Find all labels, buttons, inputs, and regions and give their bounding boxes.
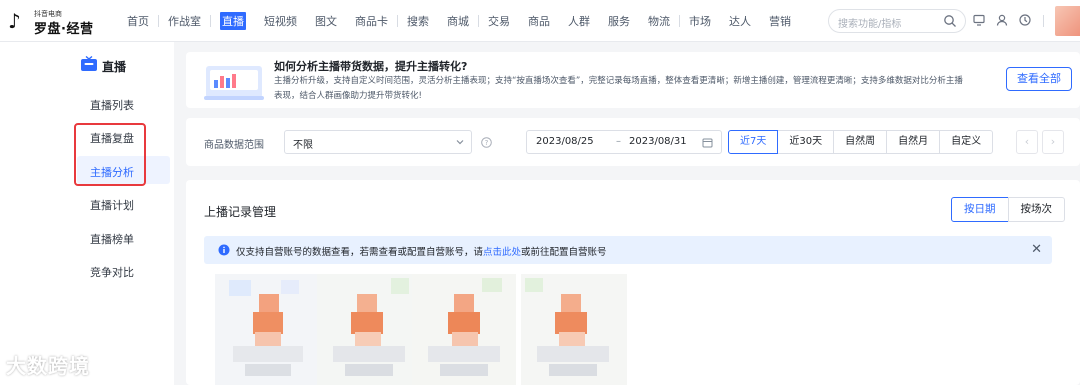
highlight-box xyxy=(74,123,146,186)
top-navbar: ♪ 抖音电商 罗盘·经营 首页 作战室 直播 短视频 图文 商品卡 搜索 商城 … xyxy=(0,0,1080,42)
records-card: 上播记录管理 按日期 按场次 仅支持自营账号的数据查看，若需查看或配置自营账号，… xyxy=(186,180,1080,385)
period-custom[interactable]: 自定义 xyxy=(939,130,994,154)
select-value: 不限 xyxy=(293,140,313,151)
sidebar-item-live-list[interactable]: 直播列表 xyxy=(90,97,134,113)
nav-item-product-card[interactable]: 商品卡 xyxy=(346,13,397,29)
sidebar-header: 直播 xyxy=(102,60,127,74)
blurred-thumbnail xyxy=(317,274,421,385)
view-toggle: 按日期 按场次 xyxy=(951,197,1065,222)
date-end: 2023/08/31 xyxy=(629,136,687,147)
avatar[interactable] xyxy=(1055,6,1080,36)
svg-text:?: ? xyxy=(485,139,489,147)
info-icon xyxy=(218,244,230,256)
banner-description: 主播分析升级，支持自定义时间范围，灵活分析主播表现；支持“按直播场次查看”，完整… xyxy=(274,76,963,101)
period-natural-month[interactable]: 自然月 xyxy=(886,130,941,154)
nav-item-article[interactable]: 图文 xyxy=(306,13,346,29)
nav-item-home[interactable]: 首页 xyxy=(118,13,158,29)
next-period-button[interactable]: › xyxy=(1042,130,1064,154)
sidebar-item-live-plan[interactable]: 直播计划 xyxy=(90,197,134,213)
sidebar: 直播 直播列表 直播复盘 主播分析 直播计划 直播榜单 竞争对比 xyxy=(0,42,174,385)
dashboard-illustration-icon xyxy=(204,66,264,100)
view-all-button[interactable]: 查看全部 xyxy=(1006,67,1072,91)
nav-item-audience[interactable]: 人群 xyxy=(559,13,599,29)
product-range-label: 商品数据范围 xyxy=(204,140,264,151)
logo-title: 罗盘·经营 xyxy=(34,22,94,37)
nav-item-logistics[interactable]: 物流 xyxy=(639,13,679,29)
prev-period-button[interactable]: ‹ xyxy=(1016,130,1038,154)
click-here-link[interactable]: 点击此处 xyxy=(483,247,521,258)
nav-item-product[interactable]: 商品 xyxy=(519,13,559,29)
product-range-select[interactable]: 不限 xyxy=(284,130,472,154)
notice-prefix: 仅支持自营账号的数据查看，若需查看或配置自营账号，请 xyxy=(236,247,484,258)
nav-item-creator[interactable]: 达人 xyxy=(720,13,760,29)
blurred-thumbnail xyxy=(215,274,319,385)
records-title: 上播记录管理 xyxy=(204,205,277,219)
search-input[interactable]: 搜索功能/指标 xyxy=(828,9,966,33)
notice-bar: 仅支持自营账号的数据查看，若需查看或配置自营账号，请点击此处或前往配置自营账号 … xyxy=(204,236,1052,264)
main-nav: 首页 作战室 直播 短视频 图文 商品卡 搜索 商城 交易 商品 人群 服务 物… xyxy=(118,0,800,42)
toggle-by-date[interactable]: 按日期 xyxy=(951,197,1009,222)
nav-item-market[interactable]: 市场 xyxy=(680,13,720,29)
help-icon[interactable]: ? xyxy=(481,137,492,148)
promo-banner: 如何分析主播带货数据，提升主播转化? 主播分析升级，支持自定义时间范围，灵活分析… xyxy=(186,52,1080,108)
nav-divider xyxy=(210,15,211,27)
monitor-icon[interactable] xyxy=(972,13,986,27)
period-natural-week[interactable]: 自然周 xyxy=(833,130,888,154)
nav-item-mall[interactable]: 商城 xyxy=(438,13,478,29)
nav-item-service[interactable]: 服务 xyxy=(599,13,639,29)
sidebar-item-live-ranking[interactable]: 直播榜单 xyxy=(90,231,134,247)
nav-item-trade[interactable]: 交易 xyxy=(479,13,519,29)
nav-item-live[interactable]: 直播 xyxy=(220,12,246,30)
filter-bar: 商品数据范围 不限 ? 2023/08/25 – 2023/08/31 近7天 … xyxy=(186,118,1080,166)
chevron-down-icon xyxy=(456,140,464,145)
calendar-icon xyxy=(702,138,713,148)
sidebar-item-competition[interactable]: 竞争对比 xyxy=(90,264,134,280)
search-icon[interactable] xyxy=(943,14,957,28)
clock-icon[interactable] xyxy=(1018,13,1032,27)
toggle-by-session[interactable]: 按场次 xyxy=(1007,197,1065,222)
notice-suffix: 或前往配置自营账号 xyxy=(521,247,607,258)
date-separator: – xyxy=(616,136,621,147)
date-range-picker[interactable]: 2023/08/25 – 2023/08/31 xyxy=(526,130,722,154)
date-start: 2023/08/25 xyxy=(536,136,594,147)
tv-icon xyxy=(81,56,97,71)
period-30-days[interactable]: 近30天 xyxy=(777,130,835,154)
blurred-thumbnail xyxy=(412,274,516,385)
nav-item-marketing[interactable]: 营销 xyxy=(760,13,800,29)
header-divider xyxy=(1043,15,1044,27)
tiktok-logo-icon: ♪ xyxy=(8,9,21,33)
banner-title: 如何分析主播带货数据，提升主播转化? xyxy=(274,60,468,73)
nav-item-search[interactable]: 搜索 xyxy=(398,13,438,29)
search-placeholder: 搜索功能/指标 xyxy=(838,19,902,30)
period-selector: 近7天 近30天 自然周 自然月 自定义 xyxy=(728,130,994,154)
nav-item-war-room[interactable]: 作战室 xyxy=(159,13,210,29)
nav-item-short-video[interactable]: 短视频 xyxy=(255,13,306,29)
user-icon[interactable] xyxy=(995,13,1009,27)
period-7-days[interactable]: 近7天 xyxy=(728,130,779,154)
notice-text: 仅支持自营账号的数据查看，若需查看或配置自营账号，请点击此处或前往配置自营账号 xyxy=(236,244,607,258)
watermark: 大数跨境 xyxy=(6,350,90,379)
watermark-text: 大数跨境 xyxy=(6,354,90,378)
app-logo[interactable]: ♪ 抖音电商 罗盘·经营 xyxy=(6,6,96,37)
blurred-thumbnail xyxy=(521,274,627,385)
close-icon[interactable]: ✕ xyxy=(1031,242,1042,257)
